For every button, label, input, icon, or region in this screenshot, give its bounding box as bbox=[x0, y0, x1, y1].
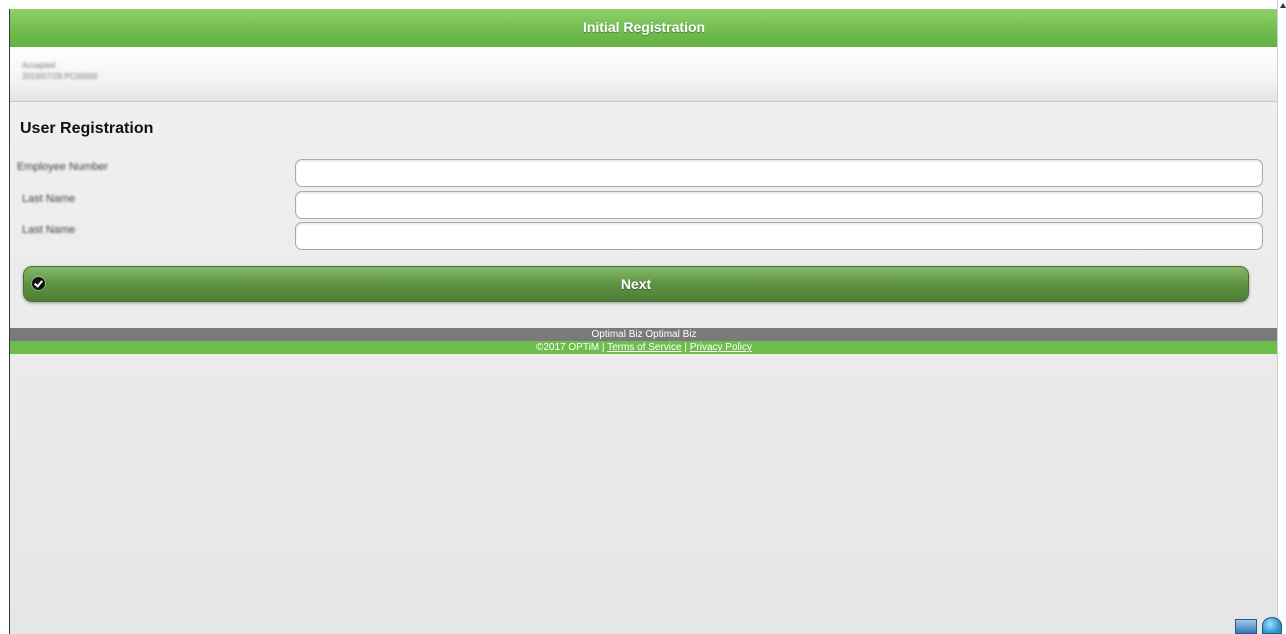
first-name-input[interactable] bbox=[295, 222, 1263, 250]
last-name-label: Last Name bbox=[22, 193, 76, 205]
page-header: Initial Registration bbox=[10, 9, 1278, 48]
next-button[interactable]: Next bbox=[23, 266, 1249, 302]
footer-links: ©2017 OPTiM | Terms of Service | Privacy… bbox=[10, 341, 1278, 354]
first-name-label: Last Name bbox=[22, 224, 76, 236]
privacy-policy-link[interactable]: Privacy Policy bbox=[690, 342, 752, 353]
globe-icon[interactable] bbox=[1262, 617, 1282, 634]
footer-copyright: ©2017 OPTiM | bbox=[536, 342, 608, 353]
check-circle-icon bbox=[32, 277, 45, 290]
app-window: Initial Registration Accepted 2019/07/29… bbox=[9, 9, 1278, 634]
section-title: User Registration bbox=[20, 120, 154, 137]
last-name-input[interactable] bbox=[295, 191, 1263, 219]
next-button-label: Next bbox=[620, 276, 652, 292]
employee-number-input[interactable] bbox=[295, 159, 1263, 187]
window-icon[interactable] bbox=[1235, 619, 1257, 634]
footer-product: Optimal Biz Optimal Biz bbox=[10, 328, 1278, 341]
footer-product-text: Optimal Biz Optimal Biz bbox=[591, 329, 697, 340]
footer-separator: | bbox=[681, 342, 690, 353]
status-info-line1: Accepted bbox=[22, 61, 56, 70]
page-title: Initial Registration bbox=[582, 19, 706, 35]
scrollbar[interactable] bbox=[1277, 0, 1286, 634]
status-info-line2: 2019/07/29 PC00000 bbox=[22, 72, 98, 81]
scroll-up-arrow-icon[interactable] bbox=[1280, 3, 1286, 8]
status-info-text: Accepted 2019/07/29 PC00000 bbox=[22, 60, 98, 82]
terms-of-service-link[interactable]: Terms of Service bbox=[607, 342, 681, 353]
status-info-bar: Accepted 2019/07/29 PC00000 bbox=[10, 47, 1278, 102]
employee-number-label: Employee Number bbox=[17, 161, 109, 173]
